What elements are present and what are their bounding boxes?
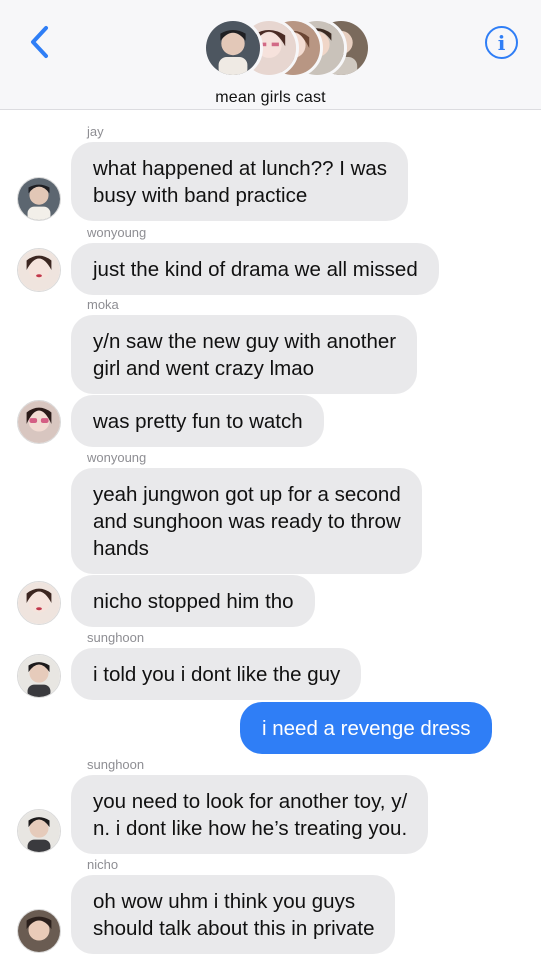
- sender-label: sunghoon: [87, 630, 145, 645]
- avatar[interactable]: [17, 809, 61, 853]
- message-bubble[interactable]: just the kind of drama we all missed: [71, 243, 439, 295]
- group-avatar: [203, 18, 263, 78]
- avatar[interactable]: [17, 400, 61, 444]
- message-bubble[interactable]: nicho stopped him tho: [71, 575, 315, 627]
- sender-label: wonyoung: [87, 225, 147, 240]
- message-bubble[interactable]: oh wow uhm i think you guys should talk …: [71, 875, 396, 954]
- message-bubble[interactable]: i told you i dont like the guy: [71, 648, 362, 700]
- message-bubble[interactable]: you need to look for another toy, y/ n. …: [71, 775, 429, 854]
- message-bubble[interactable]: was pretty fun to watch: [71, 395, 324, 447]
- back-button[interactable]: [22, 22, 58, 62]
- avatar[interactable]: [17, 581, 61, 625]
- chevron-left-icon: [31, 26, 48, 58]
- info-icon: i: [497, 30, 506, 55]
- sender-label: sunghoon: [87, 757, 145, 772]
- sender-label: nicho: [87, 857, 119, 872]
- avatar[interactable]: [17, 909, 61, 953]
- group-avatar-stack[interactable]: [203, 18, 373, 80]
- outgoing-message-bubble[interactable]: i need a revenge dress: [240, 702, 492, 754]
- message-list[interactable]: jay what happened at lunch?? I was busy …: [0, 111, 541, 960]
- message-bubble[interactable]: what happened at lunch?? I was busy with…: [71, 142, 409, 221]
- avatar[interactable]: [17, 654, 61, 698]
- message-bubble[interactable]: y/n saw the new guy with another girl an…: [71, 315, 418, 394]
- chat-header: i mean girls cast: [0, 0, 541, 110]
- sender-label: wonyoung: [87, 450, 147, 465]
- sender-label: jay: [87, 124, 104, 139]
- info-button[interactable]: i: [485, 26, 518, 59]
- avatar[interactable]: [17, 177, 61, 221]
- group-name[interactable]: mean girls cast: [0, 89, 541, 107]
- sender-label: moka: [87, 297, 119, 312]
- message-bubble[interactable]: yeah jungwon got up for a second and sun…: [71, 468, 422, 574]
- avatar[interactable]: [17, 248, 61, 292]
